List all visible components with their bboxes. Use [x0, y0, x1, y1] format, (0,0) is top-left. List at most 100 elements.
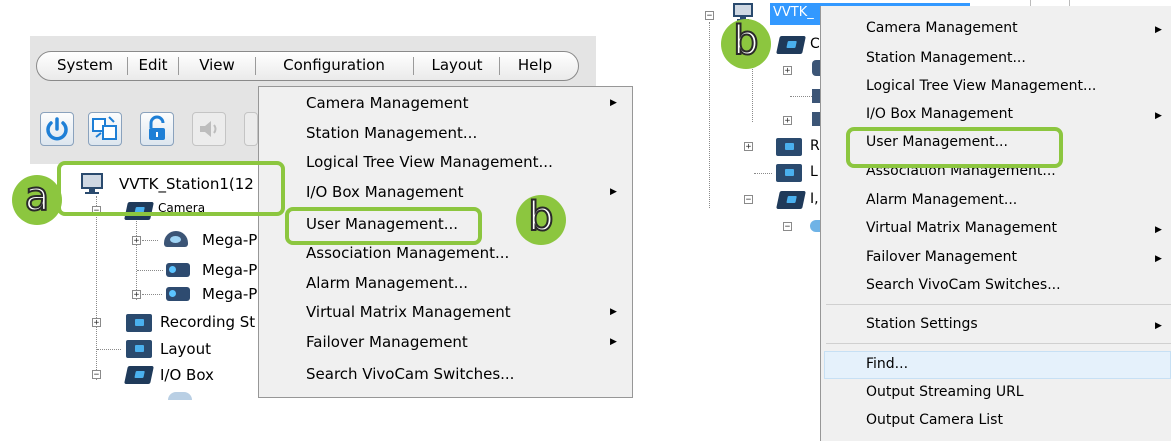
collapse-toggle[interactable]: − — [705, 11, 714, 21]
menu-edit[interactable]: Edit — [130, 52, 176, 79]
submenu-arrow-icon: ▶ — [610, 98, 617, 108]
submenu-arrow-icon: ▶ — [1155, 25, 1162, 35]
camera-label[interactable]: Mega-P — [202, 261, 257, 279]
highlight-box-station — [57, 161, 285, 216]
io-box-label[interactable]: I, — [810, 191, 819, 207]
menu-search-vivocam-switches[interactable]: Search VivoCam Switches... — [866, 277, 1061, 293]
menu-virtual-matrix-management[interactable]: Virtual Matrix Management — [866, 220, 1057, 236]
expand-toggle[interactable]: + — [92, 318, 101, 328]
menu-view[interactable]: View — [181, 52, 253, 79]
io-box-label[interactable]: I/O Box — [160, 366, 214, 384]
layout-label[interactable]: L — [810, 164, 818, 180]
camera-label[interactable]: Mega-P — [202, 285, 257, 303]
menu-configuration[interactable]: Configuration — [258, 52, 410, 79]
menu-help[interactable]: Help — [503, 52, 567, 79]
submenu-arrow-icon: ▶ — [1155, 254, 1162, 264]
menu-separator — [178, 57, 179, 75]
expand-toggle[interactable]: + — [744, 142, 753, 152]
folder-open-icon — [124, 366, 154, 384]
submenu-arrow-icon: ▶ — [1155, 321, 1162, 331]
menu-io-box-management[interactable]: I/O Box Management — [866, 106, 1013, 122]
menu-station-management[interactable]: Station Management... — [866, 50, 1026, 66]
camera-label[interactable]: Mega-P — [202, 231, 257, 249]
menu-search-vivocam-switches[interactable]: Search VivoCam Switches... — [306, 365, 514, 383]
highlight-box-user-management — [846, 127, 1063, 168]
menu-find[interactable]: Find... — [866, 356, 908, 372]
lock-icon — [149, 115, 165, 140]
menu-bar: System Edit View Configuration Layout He… — [36, 51, 579, 81]
badge-b: b — [516, 194, 566, 245]
speaker-icon — [200, 121, 217, 137]
camera-icon — [812, 60, 820, 76]
network-icon — [92, 116, 117, 140]
station-label: VVTK_ — [773, 5, 814, 20]
tree-line — [709, 22, 710, 208]
recording-label[interactable]: R — [810, 138, 820, 154]
expand-toggle[interactable]: + — [132, 290, 141, 300]
submenu-arrow-icon: ▶ — [610, 307, 617, 317]
folder-icon — [126, 314, 152, 332]
menu-layout[interactable]: Layout — [417, 52, 497, 79]
submenu-arrow-icon: ▶ — [1155, 225, 1162, 235]
menu-station-settings[interactable]: Station Settings — [866, 316, 978, 332]
menu-output-streaming-url[interactable]: Output Streaming URL — [866, 384, 1024, 400]
menu-virtual-matrix-management[interactable]: Virtual Matrix Management — [306, 303, 511, 321]
badge-a: a — [12, 174, 62, 225]
menu-separator — [499, 57, 500, 75]
expand-toggle[interactable]: + — [783, 66, 792, 76]
menu-separator — [255, 57, 256, 75]
folder-icon — [776, 164, 802, 182]
collapse-toggle[interactable]: − — [92, 370, 101, 380]
badge-b: b — [721, 18, 771, 69]
menu-io-box-management[interactable]: I/O Box Management — [306, 183, 464, 201]
menu-separator — [826, 304, 1171, 305]
menu-failover-management[interactable]: Failover Management — [306, 333, 468, 351]
menu-logical-tree-view-management[interactable]: Logical Tree View Management... — [306, 153, 553, 171]
layout-label[interactable]: Layout — [160, 340, 211, 358]
expand-toggle[interactable]: + — [783, 116, 792, 126]
menu-separator — [826, 343, 1171, 344]
device-icon — [810, 220, 820, 232]
speaker-button[interactable] — [192, 112, 226, 146]
recording-label[interactable]: Recording St — [160, 313, 255, 331]
box-camera-icon — [166, 287, 190, 301]
power-button[interactable] — [40, 112, 74, 146]
tree-line — [790, 96, 812, 97]
menu-association-management[interactable]: Association Management... — [306, 244, 509, 262]
menu-logical-tree-view-management[interactable]: Logical Tree View Management... — [866, 78, 1096, 94]
menu-system[interactable]: System — [45, 52, 125, 79]
toolbar-button-partial[interactable] — [244, 112, 258, 146]
menu-failover-management[interactable]: Failover Management — [866, 249, 1017, 265]
menu-station-management[interactable]: Station Management... — [306, 124, 477, 142]
submenu-arrow-icon: ▶ — [610, 337, 617, 347]
tree-line — [96, 196, 97, 380]
tree-line — [142, 294, 162, 295]
menu-camera-management[interactable]: Camera Management — [306, 94, 468, 112]
device-icon — [168, 392, 192, 400]
tree-line — [142, 240, 158, 241]
folder-icon — [126, 340, 152, 358]
highlight-box-user-management — [285, 207, 482, 245]
power-icon — [46, 117, 68, 141]
lock-button[interactable] — [140, 112, 174, 146]
camera-icon — [812, 112, 820, 126]
menu-separator — [127, 57, 128, 75]
network-button[interactable] — [88, 112, 122, 146]
folder-icon — [776, 138, 802, 156]
folder-open-icon — [776, 36, 806, 54]
collapse-toggle[interactable]: − — [783, 222, 792, 232]
expand-toggle[interactable]: + — [132, 236, 141, 246]
tree-line — [754, 173, 772, 174]
menu-alarm-management[interactable]: Alarm Management... — [866, 192, 1017, 208]
camera-folder-label[interactable]: C — [810, 36, 820, 52]
box-camera-icon — [166, 263, 190, 277]
folder-open-icon — [776, 191, 806, 209]
tree-line — [136, 214, 137, 300]
collapse-toggle[interactable]: − — [744, 195, 753, 205]
submenu-arrow-icon: ▶ — [610, 187, 617, 197]
menu-alarm-management[interactable]: Alarm Management... — [306, 274, 468, 292]
tree-line — [137, 270, 163, 271]
menu-output-camera-list[interactable]: Output Camera List — [866, 412, 1003, 428]
menu-camera-management[interactable]: Camera Management — [866, 20, 1018, 36]
tree-line — [97, 349, 121, 350]
